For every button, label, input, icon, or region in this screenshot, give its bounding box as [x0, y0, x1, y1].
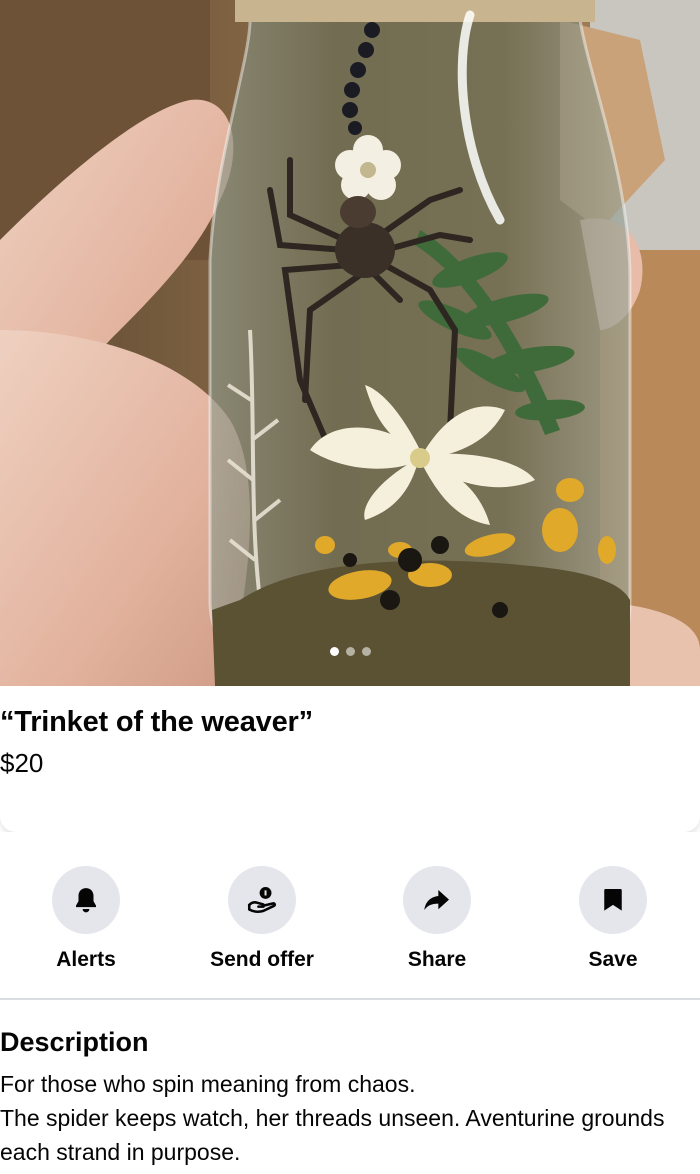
save-button-label: Save [588, 948, 638, 971]
send-offer-button[interactable]: Send offer [187, 866, 337, 972]
alerts-button[interactable]: Alerts [11, 866, 161, 972]
bookmark-icon [604, 889, 622, 911]
send-offer-button-circle[interactable] [228, 866, 296, 934]
share-button-circle[interactable] [403, 866, 471, 934]
offer-hand-icon [247, 886, 277, 913]
section-divider [0, 998, 700, 1000]
save-button-circle[interactable] [579, 866, 647, 934]
share-button-label: Share [407, 948, 467, 971]
description-heading: Description [0, 1027, 149, 1057]
bell-icon [76, 888, 96, 913]
alerts-button-label: Alerts [56, 948, 116, 971]
share-arrow-icon [424, 890, 449, 910]
send-offer-button-label: Send offer [210, 948, 314, 971]
terrarium-bottle-image [0, 0, 700, 686]
pagination-dot-active[interactable] [329, 647, 339, 656]
action-buttons-row: Alerts Send offer Share Save [0, 866, 700, 976]
description-line: The spider keeps watch, her threads unse… [0, 1105, 665, 1165]
listing-photo[interactable] [0, 0, 700, 686]
listing-title-card: “Trinket of the weaver” $20 [0, 686, 700, 832]
save-button[interactable]: Save [538, 866, 688, 972]
photo-pagination-dots [0, 647, 700, 656]
alerts-button-circle[interactable] [52, 866, 120, 934]
description-line: For those who spin meaning from chaos. [0, 1071, 416, 1097]
share-button[interactable]: Share [362, 866, 512, 972]
listing-price: $20 [0, 748, 44, 778]
description-text: For those who spin meaning from chaos. T… [0, 1067, 690, 1169]
listing-title: “Trinket of the weaver” [0, 706, 313, 738]
pagination-dot[interactable] [361, 647, 371, 656]
pagination-dot[interactable] [345, 647, 355, 656]
